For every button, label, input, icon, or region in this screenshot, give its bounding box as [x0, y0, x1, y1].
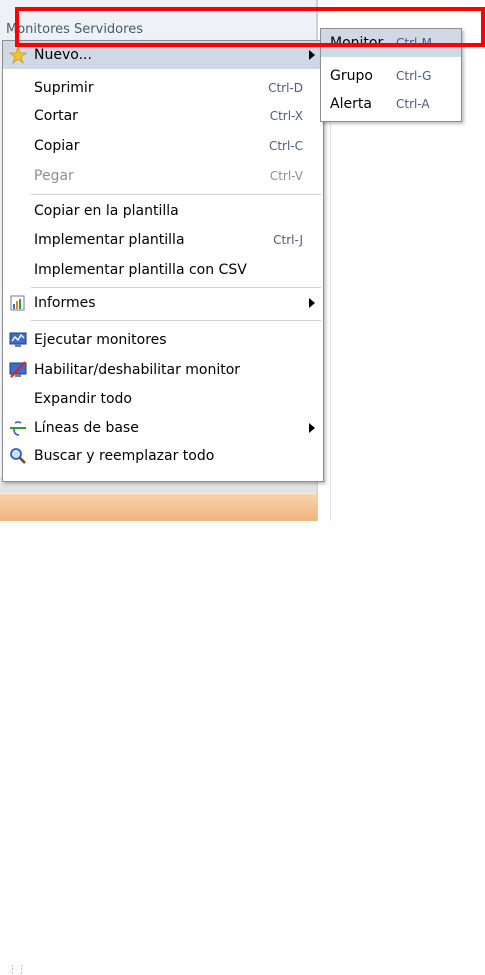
menu-item-shortcut: Ctrl-X: [269, 109, 303, 123]
tree-header-label: Monitores Servidores: [6, 22, 143, 37]
new-submenu: Monitor Ctrl-M Grupo Ctrl-G Alerta Ctrl-…: [320, 28, 462, 122]
menu-item-run-monitors[interactable]: Ejecutar monitores: [3, 326, 323, 354]
menu-item-label: Copiar en la plantilla: [34, 203, 179, 219]
baseline-icon: [10, 421, 26, 436]
menu-item-shortcut: Ctrl-J: [273, 233, 303, 247]
menu-item-label: Buscar y reemplazar todo: [34, 448, 215, 464]
menu-item-baselines[interactable]: Líneas de base: [3, 414, 323, 442]
menu-item-label: Informes: [34, 295, 96, 311]
submenu-item-shortcut: Ctrl-M: [396, 36, 433, 50]
report-chart-icon: [10, 295, 25, 311]
menu-item-label: Cortar: [34, 108, 78, 124]
menu-item-shortcut: Ctrl-C: [268, 139, 303, 153]
menu-item-enable-disable-monitor[interactable]: Habilitar/deshabilitar monitor: [3, 356, 323, 384]
menu-item-deploy-template[interactable]: Implementar plantilla Ctrl-J: [3, 226, 323, 254]
magnifier-icon: [10, 448, 26, 464]
menu-item-label: Pegar: [34, 168, 74, 184]
menu-item-paste[interactable]: Pegar Ctrl-V: [3, 162, 323, 190]
menu-separator: [31, 287, 321, 288]
menu-item-reports[interactable]: Informes: [3, 289, 323, 317]
right-pane-line: [330, 120, 331, 521]
menu-item-expand-all[interactable]: Expandir todo: [3, 385, 323, 413]
context-menu: Nuevo... Suprimir Ctrl-D Cortar Ctrl-X C…: [2, 40, 324, 482]
submenu-item-monitor[interactable]: Monitor Ctrl-M: [321, 29, 461, 57]
menu-item-label: Implementar plantilla con CSV: [34, 262, 247, 278]
menu-separator: [31, 194, 321, 195]
menu-item-deploy-template-csv[interactable]: Implementar plantilla con CSV: [3, 256, 323, 284]
submenu-arrow-icon: [309, 298, 315, 308]
submenu-item-label: Grupo: [330, 68, 373, 84]
scroll-grip-icon: ⋮⋮: [8, 965, 26, 975]
menu-item-delete[interactable]: Suprimir Ctrl-D: [3, 74, 323, 102]
menu-item-label: Expandir todo: [34, 391, 132, 407]
submenu-arrow-icon: [309, 50, 315, 60]
menu-separator: [31, 320, 321, 321]
menu-item-copy-to-template[interactable]: Copiar en la plantilla: [3, 197, 323, 225]
submenu-item-shortcut: Ctrl-A: [396, 97, 430, 111]
menu-item-find-replace-all[interactable]: Buscar y reemplazar todo: [3, 442, 323, 470]
bottom-status-panel: [0, 494, 317, 521]
run-monitors-icon: [9, 332, 27, 347]
submenu-item-label: Alerta: [330, 96, 372, 112]
submenu-item-group[interactable]: Grupo Ctrl-G: [321, 62, 461, 90]
menu-item-label: Nuevo...: [34, 47, 92, 63]
menu-item-label: Líneas de base: [34, 420, 139, 436]
menu-item-shortcut: Ctrl-D: [268, 81, 303, 95]
menu-item-label: Copiar: [34, 138, 80, 154]
submenu-item-shortcut: Ctrl-G: [396, 69, 432, 83]
enable-disable-icon: [9, 361, 27, 378]
menu-item-copy[interactable]: Copiar Ctrl-C: [3, 132, 323, 160]
menu-item-label: Habilitar/deshabilitar monitor: [34, 362, 241, 378]
submenu-item-alert[interactable]: Alerta Ctrl-A: [321, 90, 461, 118]
submenu-arrow-icon: [309, 423, 315, 433]
menu-item-label: Ejecutar monitores: [34, 332, 167, 348]
menu-item-cut[interactable]: Cortar Ctrl-X: [3, 102, 323, 130]
menu-item-shortcut: Ctrl-V: [269, 169, 303, 183]
menu-item-label: Implementar plantilla: [34, 232, 185, 248]
new-star-icon: [9, 46, 27, 64]
menu-item-label: Suprimir: [34, 80, 94, 96]
submenu-item-label: Monitor: [330, 35, 384, 51]
menu-item-new[interactable]: Nuevo...: [3, 41, 323, 69]
